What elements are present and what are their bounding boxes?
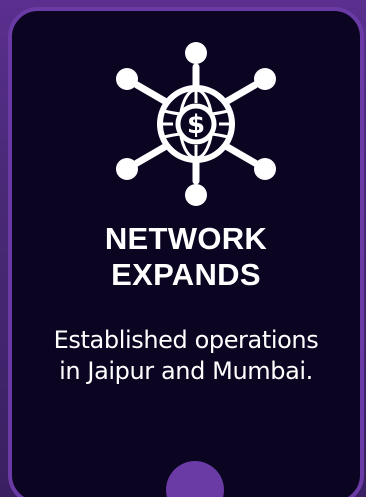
card-description: Established operations in Jaipur and Mum… (53, 326, 319, 385)
network-globe-dollar-icon: $ (111, 39, 281, 209)
card-title: NETWORK EXPANDS (104, 221, 268, 292)
timeline-dot (166, 461, 224, 497)
milestone-card: $ NETWORK EXPANDS Established operations… (8, 7, 364, 497)
svg-text:$: $ (187, 110, 205, 140)
slide-background: $ NETWORK EXPANDS Established operations… (0, 0, 366, 497)
